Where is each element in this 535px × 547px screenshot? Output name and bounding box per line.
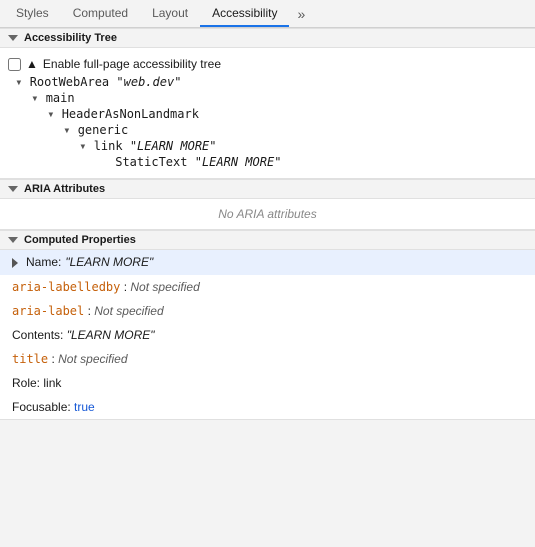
prop-value-title: Not specified — [58, 352, 127, 366]
expand-triangle-icon — [12, 258, 18, 268]
prop-name-aria-label: aria-label — [12, 304, 84, 318]
tree-node-generic[interactable]: ▾ generic — [8, 122, 527, 138]
tab-bar: Styles Computed Layout Accessibility » — [0, 0, 535, 28]
computed-row-aria-labelledby: aria-labelledby : Not specified — [0, 275, 535, 299]
tree-node-header[interactable]: ▾ HeaderAsNonLandmark — [8, 106, 527, 122]
tab-computed[interactable]: Computed — [61, 2, 140, 27]
collapse-triangle-icon — [8, 237, 18, 243]
tree-node-main[interactable]: ▾ main — [8, 90, 527, 106]
prop-name-aria-labelledby: aria-labelledby — [12, 280, 120, 294]
computed-properties-section: Computed Properties Name: "LEARN MORE" a… — [0, 230, 535, 420]
name-label: Name: — [26, 253, 61, 272]
tree-toggle-icon: ▾ — [15, 75, 29, 89]
aria-empty-message: No ARIA attributes — [0, 199, 535, 229]
aria-attributes-title: ARIA Attributes — [24, 183, 105, 195]
computed-properties-area: Name: "LEARN MORE" aria-labelledby : Not… — [0, 250, 535, 419]
accessibility-tree-section: Accessibility Tree ▲ Enable full-page ac… — [0, 28, 535, 179]
tree-area: ▲ Enable full-page accessibility tree ▾ … — [0, 48, 535, 178]
accessibility-tree: ▾ RootWebArea "web.dev" ▾ main ▾ HeaderA… — [8, 74, 527, 170]
tree-toggle-icon: ▾ — [63, 123, 77, 137]
accessibility-tree-title: Accessibility Tree — [24, 32, 117, 44]
tab-styles[interactable]: Styles — [4, 2, 61, 27]
computed-row-role: Role: link — [0, 371, 535, 395]
name-value: "LEARN MORE" — [65, 253, 153, 272]
computed-row-title: title : Not specified — [0, 347, 535, 371]
filter-icon: ▲ — [26, 57, 38, 71]
computed-properties-header: Computed Properties — [0, 230, 535, 250]
computed-name-row[interactable]: Name: "LEARN MORE" — [0, 250, 535, 275]
tree-toggle-icon: ▾ — [47, 107, 61, 121]
tab-accessibility[interactable]: Accessibility — [200, 2, 289, 27]
prop-value-role: link — [43, 376, 61, 390]
prop-value-aria-label: Not specified — [94, 304, 163, 318]
computed-properties-title: Computed Properties — [24, 234, 136, 246]
tab-more[interactable]: » — [289, 2, 313, 27]
tab-layout[interactable]: Layout — [140, 2, 200, 27]
aria-attributes-section: ARIA Attributes No ARIA attributes — [0, 179, 535, 230]
accessibility-tree-header: Accessibility Tree — [0, 28, 535, 48]
prop-name-title: title — [12, 352, 48, 366]
tree-node-link[interactable]: ▾ link "LEARN MORE" — [8, 138, 527, 154]
tree-node-rootwebarea[interactable]: ▾ RootWebArea "web.dev" — [8, 74, 527, 90]
prop-name-focusable: Focusable: — [12, 400, 74, 414]
prop-name-contents: Contents: — [12, 328, 67, 342]
tree-toggle-icon: ▾ — [31, 91, 45, 105]
enable-full-page-label: Enable full-page accessibility tree — [43, 57, 221, 71]
enable-full-page-row: ▲ Enable full-page accessibility tree — [8, 54, 527, 74]
prop-value-contents: "LEARN MORE" — [67, 328, 155, 342]
computed-row-aria-label: aria-label : Not specified — [0, 299, 535, 323]
prop-value-focusable[interactable]: true — [74, 400, 95, 414]
collapse-triangle-icon — [8, 186, 18, 192]
prop-value-aria-labelledby: Not specified — [130, 280, 199, 294]
collapse-triangle-icon — [8, 35, 18, 41]
prop-name-role: Role: — [12, 376, 43, 390]
enable-full-page-checkbox[interactable] — [8, 58, 21, 71]
computed-row-focusable: Focusable: true — [0, 395, 535, 419]
tree-node-statictext[interactable]: StaticText "LEARN MORE" — [8, 154, 527, 170]
computed-row-contents: Contents: "LEARN MORE" — [0, 323, 535, 347]
aria-attributes-header: ARIA Attributes — [0, 179, 535, 199]
tree-toggle-icon: ▾ — [79, 139, 93, 153]
